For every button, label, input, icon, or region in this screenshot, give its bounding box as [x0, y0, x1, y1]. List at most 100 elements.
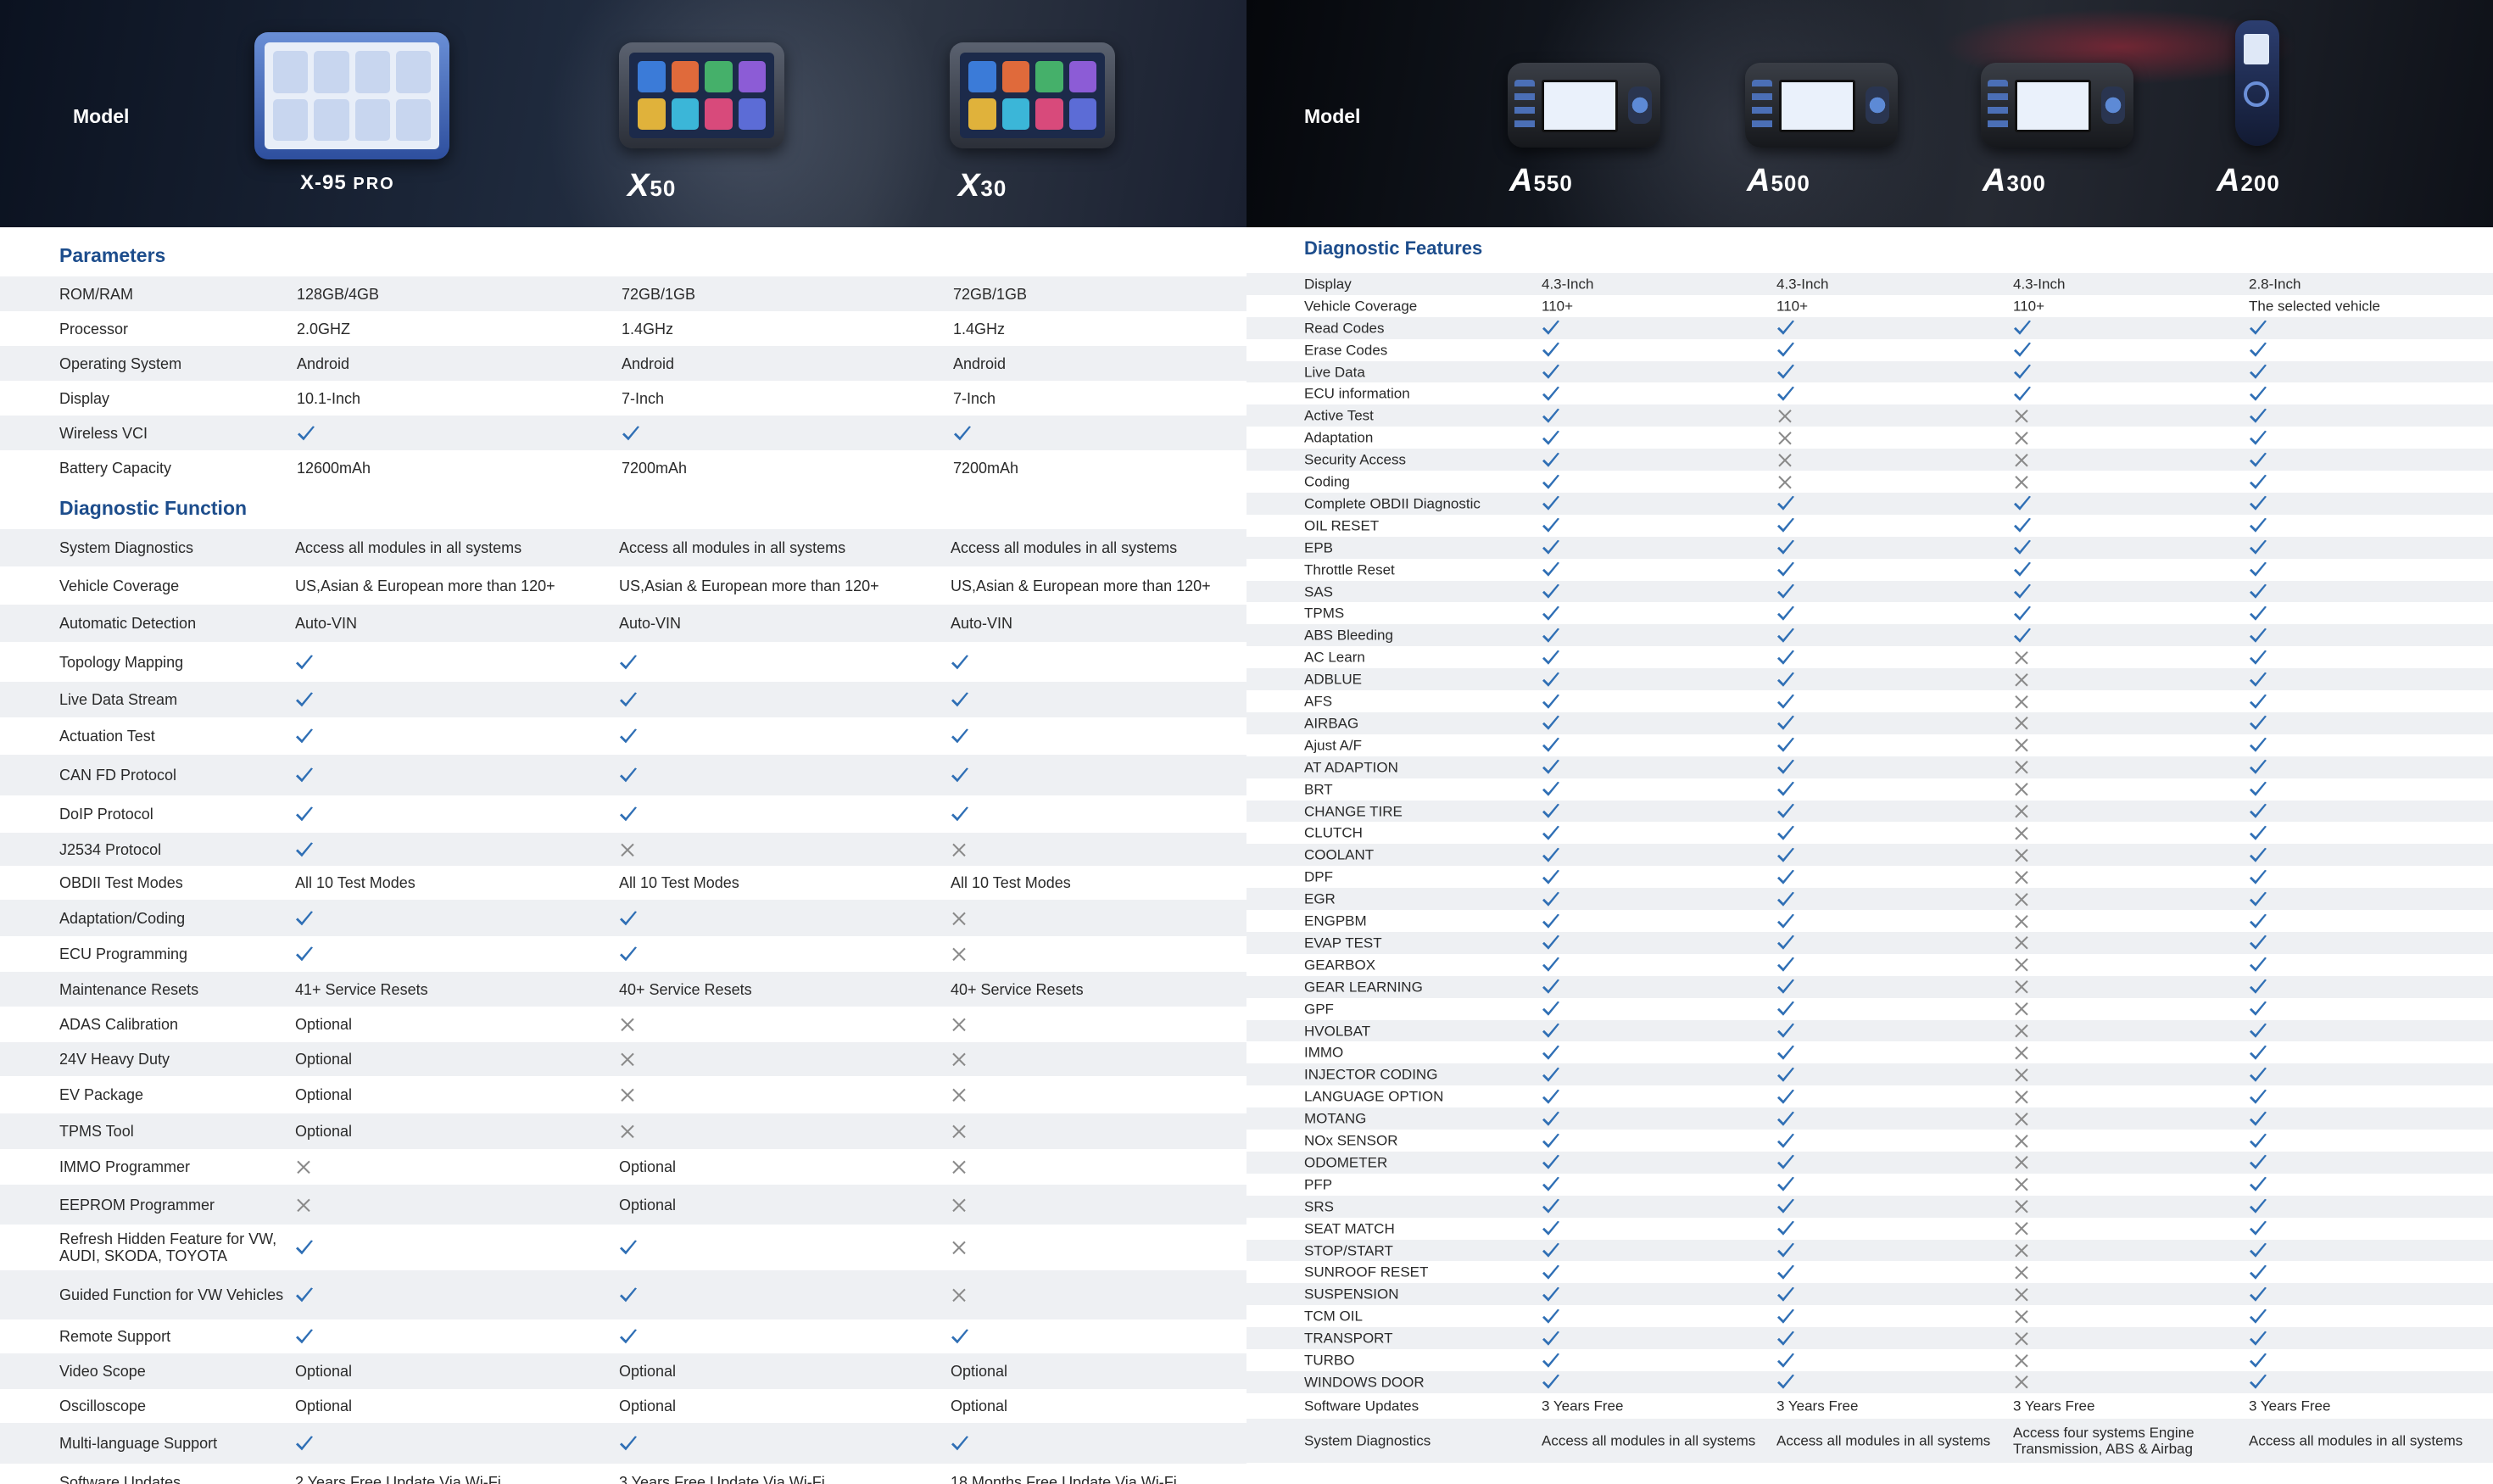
cross-icon [621, 1018, 634, 1032]
value-check [2249, 1176, 2267, 1194]
row-label: Active Test [1304, 407, 1374, 424]
value-check [2249, 934, 2267, 952]
check-icon [296, 1329, 313, 1344]
value-check [1776, 1197, 1795, 1215]
value-text: Optional [295, 1122, 353, 1140]
value-text: Access four systems Engine Transmission,… [2013, 1424, 2195, 1457]
value-text: Access all modules in all systems [1542, 1432, 1756, 1449]
value-text: 3 Years Free [1542, 1398, 1624, 1414]
check-icon [1777, 1045, 1794, 1060]
value-check [2249, 1088, 2267, 1106]
value-check [295, 840, 314, 858]
check-icon [1542, 1111, 1559, 1126]
check-icon [1777, 539, 1794, 555]
value-text: 7-Inch [622, 389, 665, 407]
value-check [2249, 517, 2267, 535]
model-label: Model [1304, 105, 1361, 127]
row-label: EV Package [59, 1085, 144, 1103]
row-label: Battery Capacity [59, 459, 172, 477]
value-check [2249, 1066, 2267, 1084]
check-icon [2250, 496, 2267, 511]
check-icon [1542, 539, 1559, 555]
value-text: 1.4GHz [953, 320, 1006, 338]
row-label: STOP/START [1304, 1242, 1393, 1259]
device-a550: A550 [1508, 63, 1669, 198]
value-text: 72GB/1GB [622, 285, 696, 303]
value-check [1776, 649, 1795, 667]
value-text: Optional [619, 1362, 677, 1380]
check-icon [1777, 716, 1794, 731]
value-cross [951, 1196, 968, 1213]
check-icon [1777, 518, 1794, 533]
row-label: GEARBOX [1304, 957, 1376, 974]
check-icon [1777, 781, 1794, 796]
device-x30: X30 [950, 42, 1115, 204]
row-label: DoIP Protocol [59, 805, 153, 823]
value-check [1542, 1197, 1560, 1215]
row-label: EEPROM Programmer [59, 1196, 215, 1213]
row-label: EPB [1304, 539, 1334, 556]
check-icon [2250, 891, 2267, 907]
value-check [295, 1327, 314, 1345]
value-check [619, 1434, 638, 1452]
value-cross [2013, 1132, 2030, 1150]
value-text: 2 Years Free Update Via Wi-Fi [295, 1473, 501, 1484]
row-label: HVOLBAT [1304, 1023, 1371, 1040]
check-icon [2250, 1023, 2267, 1038]
value-text: 7200mAh [953, 459, 1019, 477]
value-check [1776, 1308, 1795, 1325]
value-cross [2013, 1154, 2030, 1172]
value-check [2013, 605, 2032, 622]
check-icon [2014, 605, 2031, 621]
check-icon [296, 767, 313, 783]
value-text: Optional [295, 1085, 353, 1103]
check-icon [620, 911, 637, 926]
value-text: 12600mAh [297, 459, 371, 477]
value-check [2249, 671, 2267, 689]
value-cross [2013, 1374, 2030, 1392]
check-icon [2250, 1331, 2267, 1346]
row-label: MOTANG [1304, 1110, 1367, 1127]
left-hero-banner: Model X-95 PRO X50 X30 [0, 0, 1246, 227]
value-cross [295, 1158, 312, 1175]
cross-icon [2015, 1222, 2028, 1236]
check-icon [1542, 672, 1559, 687]
value-check [1776, 934, 1795, 952]
cross-icon [621, 1088, 634, 1102]
row-label: ROM/RAM [59, 285, 133, 303]
value-check [2013, 583, 2032, 600]
value-check [2249, 737, 2267, 755]
check-icon [1542, 1220, 1559, 1236]
check-icon [620, 806, 637, 822]
check-icon [1777, 869, 1794, 884]
cross-icon [2015, 848, 2028, 862]
check-icon [954, 426, 971, 441]
row-label: Vehicle Coverage [1304, 298, 1418, 315]
check-icon [1542, 1067, 1559, 1082]
value-text: Auto-VIN [951, 614, 1013, 632]
value-text: 110+ [2013, 298, 2045, 315]
cross-icon [2015, 805, 2028, 818]
value-check [1776, 605, 1795, 622]
table-row: Multi-language Support [0, 1423, 1246, 1464]
value-cross [2013, 802, 2030, 820]
table-row: OBDII Test Modes All 10 Test Modes All 10 … [0, 866, 1246, 900]
cross-icon [1778, 453, 1792, 467]
check-icon [1777, 561, 1794, 577]
table-row: WINDOWS DOOR [1246, 1371, 2493, 1393]
check-icon [1542, 738, 1559, 753]
value-check [2249, 1264, 2267, 1281]
value-cross [2013, 451, 2030, 469]
cross-icon [2015, 1024, 2028, 1038]
value-check [1542, 1022, 1560, 1040]
value-cross [1776, 407, 1793, 425]
value-check [1542, 758, 1560, 776]
table-row: AT ADAPTION [1246, 756, 2493, 778]
value-cross [2013, 890, 2030, 908]
check-icon [622, 426, 639, 441]
value-check [295, 909, 314, 927]
check-icon [2250, 1155, 2267, 1170]
value-cross [2013, 1110, 2030, 1128]
check-icon [1542, 430, 1559, 445]
check-icon [1542, 847, 1559, 862]
